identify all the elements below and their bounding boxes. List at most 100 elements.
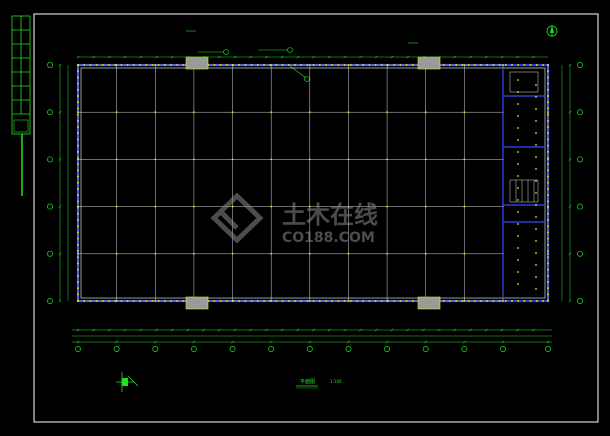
column-mark [157,300,160,302]
column-mark [250,64,253,66]
column-mark [331,300,333,302]
column-mark [492,64,495,66]
column-mark [77,225,79,227]
column-mark [263,300,265,302]
column-mark [77,256,79,258]
column-mark [108,300,110,302]
column-mark [281,64,284,66]
fixture-dot [517,235,519,237]
column-mark [547,76,549,79]
column-mark [312,300,315,302]
column-mark [368,300,371,302]
column-mark [399,300,402,302]
column-mark [542,300,544,302]
grid-node [308,252,311,255]
column-mark [547,120,549,122]
grid-node [77,64,79,66]
column-mark [176,64,178,66]
fixture-dot [535,144,537,146]
column-mark [77,244,79,246]
grid-node [154,300,157,302]
grid-node [424,158,427,161]
column-mark [294,300,296,302]
column-mark [547,287,549,289]
fixture-dot [535,216,537,218]
grid-node [77,158,79,161]
column-mark [164,64,166,66]
column-mark [145,64,147,66]
grid-node [347,111,350,114]
grid-node [547,111,549,114]
grid-node [502,64,504,66]
column-mark [281,300,284,302]
column-mark [547,281,549,283]
fixture-dot [517,127,519,129]
column-mark [547,250,549,252]
column-mark [350,64,352,66]
column-mark [474,64,476,66]
column-mark [77,101,79,103]
grid-node [154,158,157,161]
column-mark [523,300,526,302]
column-mark [257,300,259,302]
grid-node [231,111,234,114]
column-mark [547,194,549,196]
grid-node [77,111,79,114]
grid-node [77,300,79,302]
column-mark [77,250,79,252]
column-mark [412,64,414,66]
column-mark [542,64,544,66]
column-mark [523,64,526,66]
grid-node [547,158,549,161]
fixture-dot [517,79,519,81]
column-mark [505,300,507,302]
grid-node [270,158,273,161]
column-mark [77,138,79,141]
grid-node [463,64,466,66]
column-mark [547,163,549,165]
column-mark [77,213,79,215]
cad-drawing: 平面图 1:100 土木在线 CO188.COM [0,0,610,436]
column-mark [77,126,79,128]
column-mark [77,89,79,91]
grid-node [270,300,273,302]
column-mark [294,64,296,66]
column-mark [275,64,278,66]
column-mark [547,107,549,110]
column-mark [77,144,79,147]
fixture-dot [535,84,537,86]
grid-node [231,158,234,161]
fixture-dot [517,223,519,225]
column-mark [83,64,85,66]
column-mark [547,113,549,116]
fixture-dot [517,283,519,285]
fixture-dot [535,204,537,206]
grid-node [347,252,350,255]
column-mark [511,300,513,302]
grid-node [547,300,549,302]
column-mark [455,64,457,66]
fixture-dot [517,199,519,201]
grid-node [193,205,195,208]
column-mark [486,64,488,66]
grid-node [308,64,311,66]
fixture-dot [517,175,519,177]
grid-node [463,205,466,208]
column-mark [145,300,147,302]
fixture-dot [535,168,537,170]
column-mark [547,175,549,178]
column-mark [250,300,253,302]
column-mark [461,64,464,66]
column-mark [157,64,160,66]
column-mark [381,300,383,302]
grid-node [270,111,273,114]
column-mark [505,64,507,66]
column-mark [120,300,123,302]
column-mark [213,64,216,66]
column-mark [120,64,123,66]
column-mark [474,300,476,302]
column-mark [362,300,364,302]
column-mark [164,300,166,302]
grid-node [231,252,234,255]
column-mark [381,64,383,66]
